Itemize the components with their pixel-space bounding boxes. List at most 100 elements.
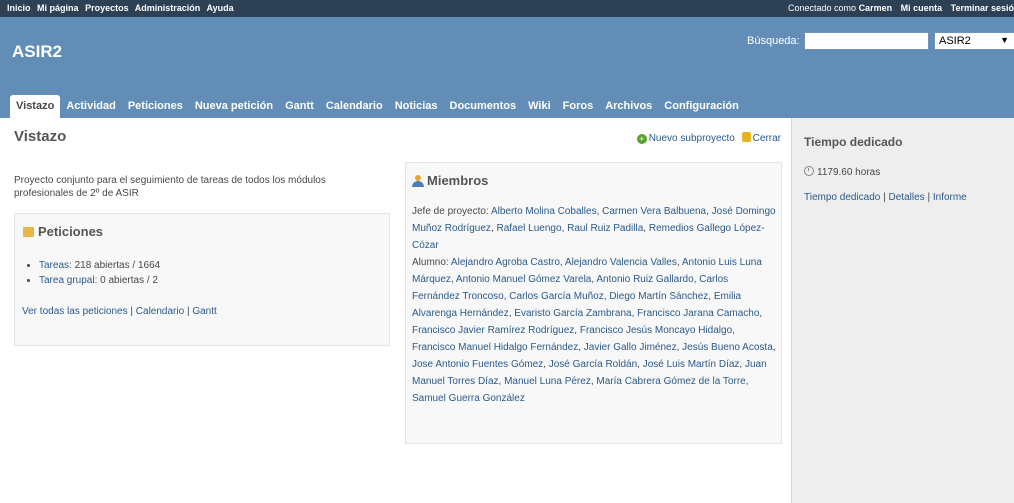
tracker-counts: : 218 abiertas / 1664 — [69, 260, 161, 271]
students-list: Alejandro Agroba Castro, Alejandro Valen… — [412, 257, 776, 404]
issues-box: Peticiones Tareas: 218 abiertas / 1664 T… — [14, 213, 390, 346]
member-link[interactable]: Alejandro Valencia Valles — [565, 257, 677, 268]
top-link-administration[interactable]: Administración — [135, 3, 201, 13]
member-link[interactable]: Javier Gallo Jiménez — [584, 342, 677, 353]
search-label: Búsqueda: — [747, 35, 800, 47]
top-link-logout[interactable]: Terminar sesió — [951, 3, 1014, 13]
chevron-down-icon: ▼ — [1000, 35, 1009, 45]
project-select-value: ASIR2 — [939, 35, 971, 47]
page-title: Vistazo — [14, 128, 67, 145]
project-jump-select[interactable]: ASIR2 ▼ — [934, 32, 1014, 50]
manager-label: Jefe de proyecto: — [412, 206, 489, 217]
member-link[interactable]: Francisco Manuel Hidalgo Fernández — [412, 342, 578, 353]
tab-settings[interactable]: Configuración — [658, 95, 745, 118]
member-link[interactable]: Francisco Jesús Moncayo Hidalgo — [580, 325, 732, 336]
member-link[interactable]: Samuel Guerra González — [412, 393, 525, 404]
tab-documents[interactable]: Documentos — [444, 95, 523, 118]
tab-gantt[interactable]: Gantt — [279, 95, 320, 118]
members-heading: Miembros — [412, 173, 488, 188]
hours-value: 1179.60 horas — [817, 167, 881, 178]
member-link[interactable]: José García Roldán — [549, 359, 637, 370]
tracker-link[interactable]: Tareas — [39, 260, 69, 271]
time-links: Tiempo dedicado | Detalles | Informe — [804, 192, 967, 203]
member-link[interactable]: José Luis Martín Díaz — [643, 359, 740, 370]
member-link[interactable]: Alberto Molina Coballes — [491, 206, 597, 217]
member-link[interactable]: Raul Ruiz Padilla — [567, 223, 643, 234]
member-link[interactable]: Alejandro Agroba Castro — [451, 257, 560, 268]
gantt-link[interactable]: Gantt — [192, 306, 216, 317]
sidebar-title: Tiempo dedicado — [804, 135, 903, 149]
logged-prefix: Conectado como — [788, 3, 857, 13]
tab-files[interactable]: Archivos — [599, 95, 658, 118]
member-link[interactable]: Antonio Ruiz Gallardo — [596, 274, 693, 285]
report-link[interactable]: Informe — [933, 192, 967, 203]
folder-icon — [23, 227, 34, 237]
new-subproject-link[interactable]: Nuevo subproyecto — [649, 133, 735, 144]
member-link[interactable]: Manuel Luna Pérez — [504, 376, 591, 387]
top-menu-right: Conectado como Carmen Mi cuenta Terminar… — [782, 3, 1014, 13]
member-link[interactable]: Jose Antonio Fuentes Gómez — [412, 359, 543, 370]
tab-calendar[interactable]: Calendario — [320, 95, 389, 118]
issues-heading: Peticiones — [23, 224, 103, 239]
project-title: ASIR2 — [12, 42, 63, 61]
clock-icon — [804, 166, 814, 176]
view-all-issues-link[interactable]: Ver todas las peticiones — [22, 306, 128, 317]
logged-as: Conectado como Carmen — [788, 3, 892, 13]
tab-news[interactable]: Noticias — [389, 95, 444, 118]
member-separator: , — [759, 308, 763, 319]
members-box: Miembros Jefe de proyecto: Alberto Molin… — [405, 162, 782, 444]
top-link-my-account[interactable]: Mi cuenta — [901, 3, 943, 13]
project-description: Proyecto conjunto para el seguimiento de… — [14, 175, 326, 199]
member-link[interactable]: Rafael Luengo — [497, 223, 562, 234]
tracker-counts: : 0 abiertas / 2 — [94, 275, 158, 286]
tracker-link[interactable]: Tarea grupal — [39, 275, 95, 286]
spent-hours: 1179.60 horas — [804, 166, 880, 178]
close-project-link[interactable]: Cerrar — [753, 133, 781, 144]
calendar-link[interactable]: Calendario — [136, 306, 184, 317]
member-link[interactable]: Francisco Jarana Camacho — [637, 308, 759, 319]
spent-time-link[interactable]: Tiempo dedicado — [804, 192, 880, 203]
tab-new-issue[interactable]: Nueva petición — [189, 95, 279, 118]
lock-icon — [741, 132, 751, 142]
top-link-help[interactable]: Ayuda — [206, 3, 233, 13]
issues-title: Peticiones — [38, 224, 104, 239]
tab-forums[interactable]: Foros — [557, 95, 600, 118]
members-title: Miembros — [427, 173, 489, 188]
member-link[interactable]: Evaristo García Zambrana — [514, 308, 631, 319]
member-link[interactable]: Antonio Manuel Gómez Varela — [456, 274, 591, 285]
tab-activity[interactable]: Actividad — [60, 95, 122, 118]
member-link[interactable]: Diego Martín Sánchez — [609, 291, 708, 302]
student-label: Alumno: — [412, 257, 449, 268]
tab-issues[interactable]: Peticiones — [122, 95, 189, 118]
member-link[interactable]: Carmen Vera Balbuena — [602, 206, 706, 217]
member-link[interactable]: María Cabrera Gómez de la Torre — [596, 376, 745, 387]
logged-user[interactable]: Carmen — [859, 3, 893, 13]
group-icon — [412, 175, 424, 187]
member-separator: , — [732, 325, 735, 336]
member-link[interactable]: Jesús Bueno Acosta — [682, 342, 773, 353]
search-input[interactable] — [804, 32, 929, 50]
top-menu-left: Inicio Mi página Proyectos Administració… — [7, 3, 238, 13]
issues-links: Ver todas las peticiones | Calendario | … — [22, 306, 217, 317]
separator: | — [186, 306, 190, 317]
top-link-home[interactable]: Inicio — [7, 3, 31, 13]
contextual-actions: + Nuevo subproyecto Cerrar — [636, 132, 781, 144]
role-student: Alumno: Alejandro Agroba Castro, Alejand… — [412, 254, 777, 407]
member-link[interactable]: Carlos García Muñoz — [509, 291, 603, 302]
list-item: Tareas: 218 abiertas / 1664 — [39, 258, 160, 273]
separator: | — [883, 192, 886, 203]
role-manager: Jefe de proyecto: Alberto Molina Coballe… — [412, 203, 777, 254]
tab-overview[interactable]: Vistazo — [10, 95, 61, 118]
top-link-projects[interactable]: Proyectos — [85, 3, 129, 13]
top-link-my-page[interactable]: Mi página — [37, 3, 79, 13]
main-content: Vistazo + Nuevo subproyecto Cerrar Proyec… — [0, 118, 791, 503]
header: ASIR2 Búsqueda: ASIR2 ▼ Vistazo Actividad… — [0, 17, 1014, 118]
members-roles: Jefe de proyecto: Alberto Molina Coballe… — [412, 203, 777, 407]
top-menu: Inicio Mi página Proyectos Administració… — [0, 0, 1014, 17]
tab-wiki[interactable]: Wiki — [522, 95, 557, 118]
add-icon: + — [636, 134, 647, 144]
details-link[interactable]: Detalles — [889, 192, 925, 203]
main-menu: Vistazo Actividad Peticiones Nueva petición… — [10, 95, 745, 118]
member-link[interactable]: Francisco Javier Ramírez Rodríguez — [412, 325, 574, 336]
issues-list: Tareas: 218 abiertas / 1664 Tarea grupal… — [25, 258, 160, 288]
